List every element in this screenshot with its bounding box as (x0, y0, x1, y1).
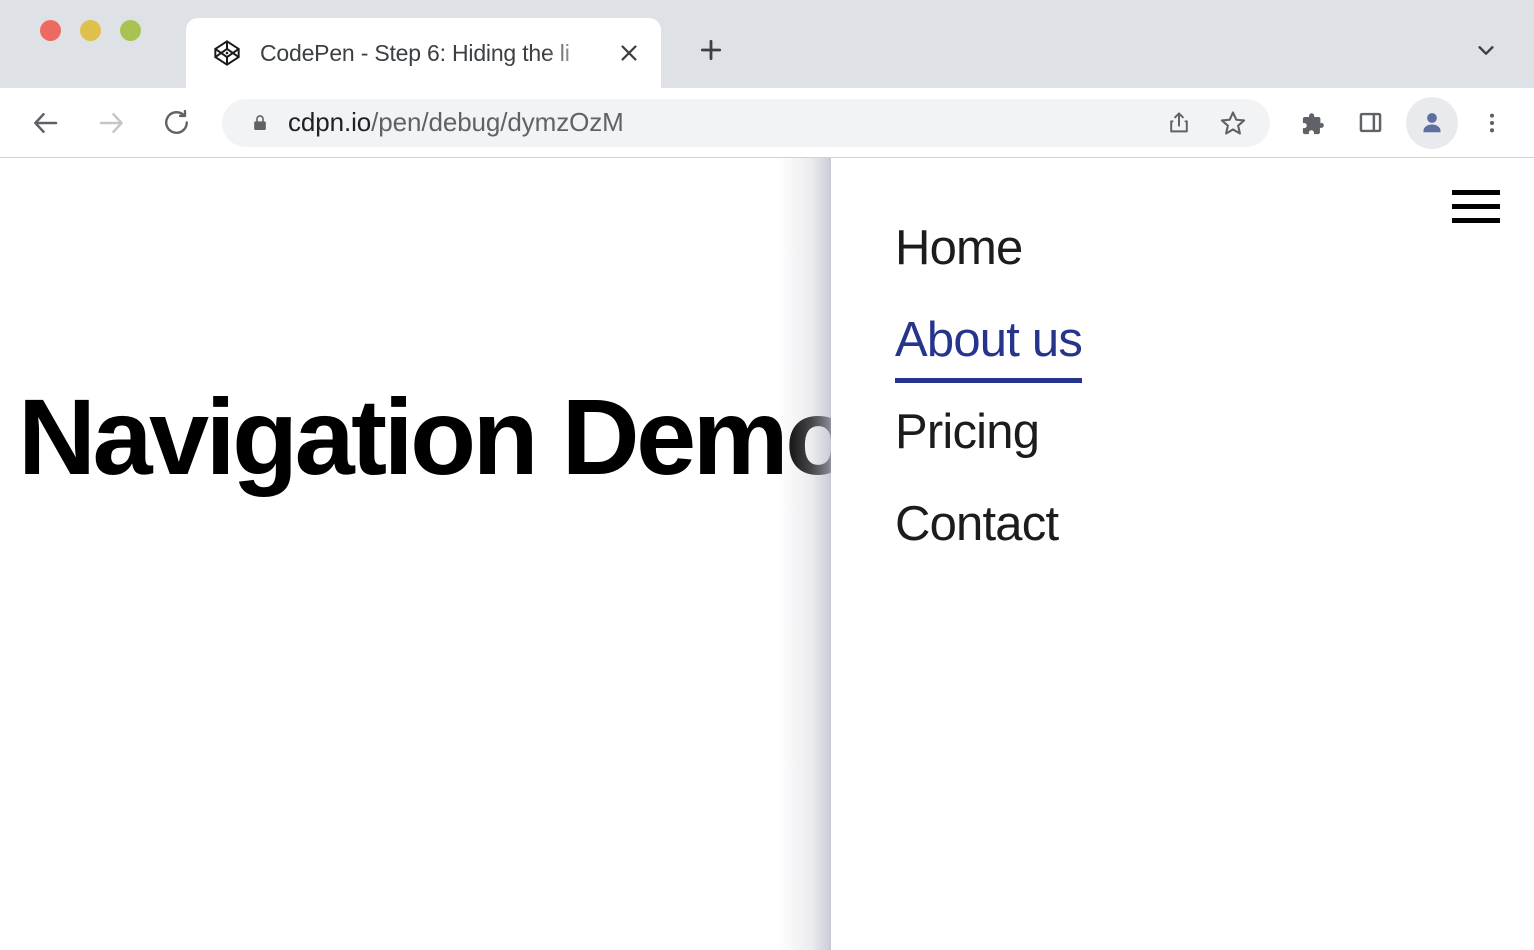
maximize-window-button[interactable] (120, 20, 141, 41)
hamburger-bar (1452, 204, 1500, 209)
address-bar[interactable]: cdpn.io/pen/debug/dymzOzM (222, 99, 1270, 147)
share-icon[interactable] (1156, 100, 1202, 146)
minimize-window-button[interactable] (80, 20, 101, 41)
three-dot-menu-icon[interactable] (1468, 97, 1516, 149)
forward-button[interactable] (87, 99, 135, 147)
list-item: Pricing (895, 408, 1082, 500)
list-item: Contact (895, 500, 1082, 592)
star-icon[interactable] (1210, 100, 1256, 146)
close-window-button[interactable] (40, 20, 61, 41)
lock-icon (248, 111, 272, 135)
nav-link-about-us[interactable]: About us (895, 316, 1082, 383)
profile-avatar-icon[interactable] (1406, 97, 1458, 149)
url-host: cdpn.io (288, 107, 371, 137)
navigation-panel: Home About us Pricing Contact (831, 158, 1534, 950)
omnibox-actions (1156, 100, 1256, 146)
hamburger-menu-icon[interactable] (1452, 186, 1500, 226)
nav-list: Home About us Pricing Contact (895, 224, 1082, 592)
nav-panel-shadow (778, 158, 832, 950)
tab-strip: CodePen - Step 6: Hiding the li (0, 0, 1534, 88)
hamburger-bar (1452, 218, 1500, 223)
new-tab-button[interactable] (683, 22, 739, 78)
toolbar-right-actions (1286, 97, 1516, 149)
close-tab-button[interactable] (607, 31, 651, 75)
chevron-down-icon[interactable] (1460, 24, 1512, 76)
nav-link-pricing[interactable]: Pricing (895, 408, 1039, 457)
window-controls (0, 0, 141, 88)
browser-tab[interactable]: CodePen - Step 6: Hiding the li (186, 18, 661, 88)
codepen-logo-icon (212, 38, 242, 68)
puzzle-icon[interactable] (1286, 97, 1338, 149)
nav-link-home[interactable]: Home (895, 224, 1023, 273)
nav-link-contact[interactable]: Contact (895, 500, 1058, 549)
reload-button[interactable] (152, 99, 200, 147)
back-button[interactable] (22, 99, 70, 147)
hamburger-bar (1452, 190, 1500, 195)
list-item: About us (895, 316, 1082, 408)
tab-title: CodePen - Step 6: Hiding the li (260, 40, 607, 67)
url-path: /pen/debug/dymzOzM (371, 107, 624, 137)
page-viewport: Navigation Demo Home About us Pricing (0, 157, 1534, 950)
url-text: cdpn.io/pen/debug/dymzOzM (288, 107, 1156, 138)
page-title: Navigation Demo (18, 383, 848, 491)
list-item: Home (895, 224, 1082, 316)
browser-toolbar: cdpn.io/pen/debug/dymzOzM (0, 88, 1534, 157)
side-panel-icon[interactable] (1344, 97, 1396, 149)
browser-window: CodePen - Step 6: Hiding the li (0, 0, 1534, 950)
